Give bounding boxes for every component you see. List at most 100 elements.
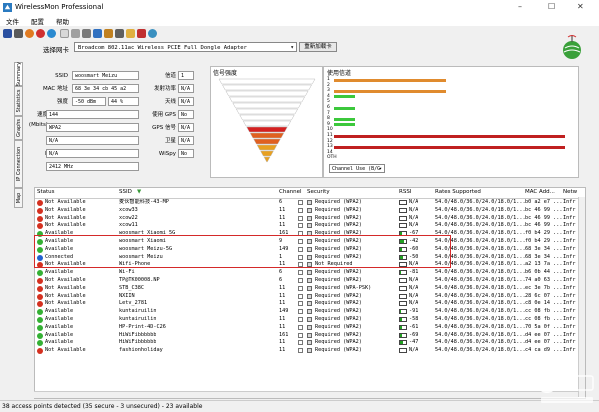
minimize-button[interactable]: – xyxy=(518,2,522,11)
table-row[interactable]: Available HiWiFibbbbbb 11 Required (WPA2) -4… xyxy=(35,339,585,347)
signal-bar-icon xyxy=(399,332,407,338)
table-row[interactable]: Not Available NXIIN 11 Required (WPA2) N/A 54… xyxy=(35,292,585,301)
table-row[interactable]: Not Available STB_C38C 11 Required (WPA-PSK… xyxy=(35,285,585,293)
mac-cell: c4 ca d9 ... xyxy=(525,347,563,354)
status-cell: Not Available xyxy=(45,261,86,268)
status-dot-icon xyxy=(37,239,43,245)
table-row[interactable]: Not Available xcow11 11 Required (WPA2) N/A 5… xyxy=(35,222,585,230)
col-rssi[interactable]: RSSI xyxy=(399,189,411,195)
stop-icon[interactable] xyxy=(36,29,45,38)
status-cell: Not Available xyxy=(45,206,86,213)
reload-card-button[interactable]: 重新加载卡 xyxy=(299,42,337,52)
strength-dbm-field: -50 dBm xyxy=(72,97,106,106)
status-dot-icon xyxy=(37,293,43,300)
save-icon[interactable] xyxy=(3,29,12,38)
alert-icon[interactable] xyxy=(137,29,146,38)
rates-cell: 54.0/48.0/36.0/24.0/18.0/1... xyxy=(435,316,526,322)
security-cell: Required (WPA2) xyxy=(315,238,362,244)
table-row[interactable]: Not Available fashionholiday 11 Required (W… xyxy=(35,347,585,355)
export-icon[interactable] xyxy=(104,29,113,38)
lock-icon[interactable] xyxy=(126,29,135,38)
col-security[interactable]: Security xyxy=(307,189,330,195)
access-point-table[interactable]: Status SSID ▼ Channel Security RSSI Rate… xyxy=(34,187,586,399)
channel-label: 12 xyxy=(327,138,333,144)
open-icon[interactable] xyxy=(14,29,23,38)
ssid-cell: xcow33 xyxy=(119,206,138,213)
table-row[interactable]: Available HP-Print-4D-C26 11 Required (WPA2… xyxy=(35,323,585,332)
signal-bar-icon xyxy=(399,223,407,229)
col-ssid[interactable]: SSID xyxy=(119,189,132,195)
adapter-select[interactable]: Broadcom 802.11ac Wireless PCIE Full Don… xyxy=(74,42,297,52)
channel-usage-select[interactable]: Channel Use (B/G ▾ xyxy=(329,164,385,173)
checkbox-icon xyxy=(298,207,303,213)
ssid-field: woosmart Meizu xyxy=(72,71,139,80)
col-rates[interactable]: Rates Supported xyxy=(435,189,481,195)
horizontal-scrollbar[interactable] xyxy=(34,391,578,398)
table-row[interactable]: Not Available 麦伙智能科技-43-MP 6 Required (WPA2… xyxy=(35,199,585,207)
signal-strength-panel: 信号强度 xyxy=(210,66,323,178)
table-row[interactable]: Available kuntairuilin 11 Required (WPA2) -5… xyxy=(35,316,585,324)
col-status[interactable]: Status xyxy=(37,189,55,195)
rate-field: 144 xyxy=(46,110,139,119)
wireless-icon xyxy=(3,3,12,12)
print-icon[interactable] xyxy=(71,29,80,38)
record-icon[interactable] xyxy=(25,29,34,38)
tab-ip-connection[interactable]: IP Connection xyxy=(14,140,23,188)
col-channel[interactable]: Channel xyxy=(279,189,302,195)
satellite-field: N/A xyxy=(178,136,194,145)
table-row[interactable]: Available Wi-Fi 6 Required (WPA2) -81 54.0/48… xyxy=(35,269,585,277)
tab-summary[interactable]: Summary xyxy=(14,62,23,86)
table-row[interactable]: Not Available TP@TK00008.NP 6 Required (WPA… xyxy=(35,277,585,285)
checkbox-icon xyxy=(298,317,303,322)
table-row[interactable]: Connected woosmart Meizu 1 Required (WPA2) -… xyxy=(35,254,585,262)
adapter-label: 选择网卡 xyxy=(43,46,69,54)
status-cell: Available xyxy=(45,339,74,346)
table-row[interactable]: Available woosmart Xiaomi 9 Required (WPA2)… xyxy=(35,238,585,246)
channel-usage-bar xyxy=(334,106,356,110)
tab-statistics[interactable]: Statistics xyxy=(14,86,23,116)
tools-icon[interactable] xyxy=(115,29,124,38)
maximize-button[interactable]: ☐ xyxy=(548,2,555,11)
table-row[interactable]: Not Available Wifi-Phone 11 Not Required N/A… xyxy=(35,261,585,269)
rates-cell: 54.0/48.0/36.0/24.0/18.0/1... xyxy=(435,292,526,299)
ssid-cell: HP-Print-4D-C26 xyxy=(119,323,166,330)
tab-graphs[interactable]: Graphs xyxy=(14,116,23,140)
table-row[interactable]: Available HiWiFibbbbbb 161 Required (WPA2) -… xyxy=(35,331,585,340)
signal-bar-icon xyxy=(399,324,407,330)
page-icon[interactable] xyxy=(60,29,69,38)
status-dot-icon xyxy=(37,200,43,206)
status-cell: Available xyxy=(45,230,74,237)
antenna-field: N/A xyxy=(178,97,194,106)
table-row[interactable]: Not Available xcow22 11 Required (WPA2) N/A 5… xyxy=(35,214,585,223)
channel-field: 1 xyxy=(178,71,194,80)
channel-cell: 11 xyxy=(279,347,286,354)
col-network[interactable]: Netw xyxy=(563,189,577,195)
table-row[interactable]: Available kuntairuilin 149 Required (WPA2) -… xyxy=(35,308,585,316)
channel-cell: 6 xyxy=(279,269,283,276)
channel-cell: 161 xyxy=(279,331,289,338)
channel-usage-bar xyxy=(334,145,565,149)
lock-icon xyxy=(307,254,312,260)
rssi-cell: N/A xyxy=(409,199,419,205)
sort-down-icon: ▼ xyxy=(137,189,142,195)
settings-icon[interactable] xyxy=(82,29,91,38)
table-row[interactable]: Not Available xcow33 11 Required (WPA2) N/A 5… xyxy=(35,206,585,215)
rssi-cell: N/A xyxy=(409,347,419,354)
col-mac[interactable]: MAC Add... xyxy=(525,189,555,195)
chevron-down-icon: ▾ xyxy=(290,44,294,51)
globe-icon[interactable] xyxy=(47,29,56,38)
ssid-cell: xcow22 xyxy=(119,214,138,221)
table-row[interactable]: Available woosmart Meizu-5G 149 Required (W… xyxy=(35,246,585,254)
close-button[interactable]: ✕ xyxy=(577,2,584,11)
channel-label: 10 xyxy=(327,127,333,133)
help-icon[interactable] xyxy=(148,29,157,38)
tab-map[interactable]: Map xyxy=(14,188,23,208)
status-dot-icon xyxy=(37,215,43,222)
rates-cell: 54.0/48.0/36.0/24.0/18.0/1... xyxy=(435,238,526,244)
table-row[interactable]: Not Available Letv_2781 11 Required (WPA2) N… xyxy=(35,300,585,308)
graph-icon[interactable] xyxy=(93,29,102,38)
table-row[interactable]: Available woosmart Xiaomi_5G 161 Required (… xyxy=(35,230,585,238)
security-cell: Required (WPA2) xyxy=(315,331,362,338)
lock-icon xyxy=(307,278,312,283)
channel-label: 1 xyxy=(327,77,330,82)
